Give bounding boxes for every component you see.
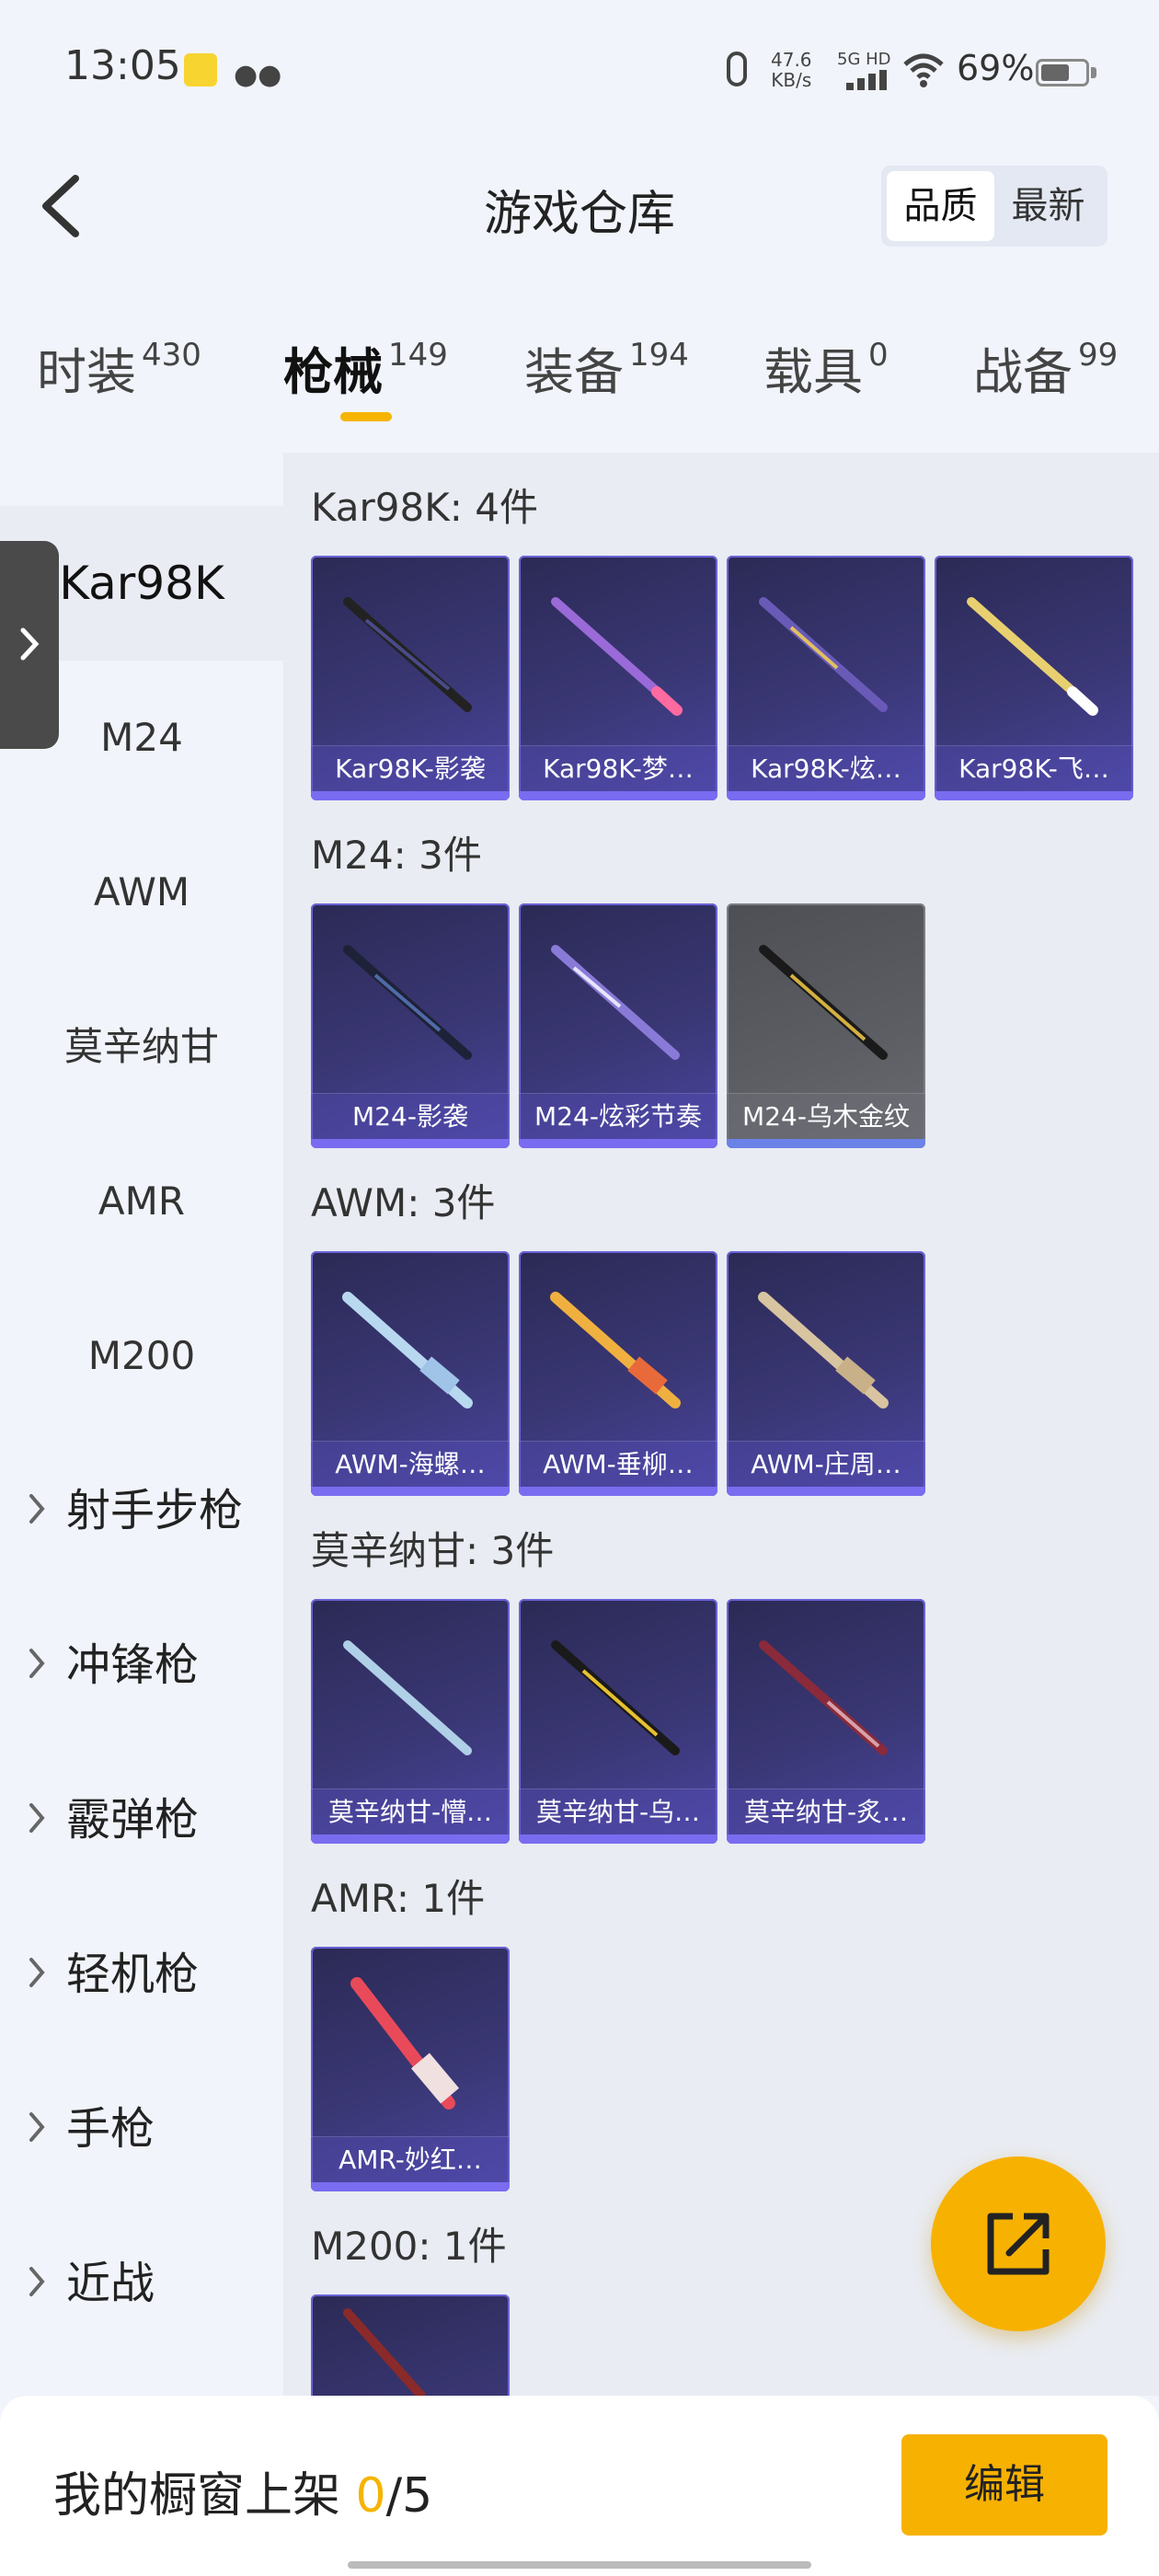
sidebar-item-mosin[interactable]: 莫辛纳甘 xyxy=(0,970,283,1124)
bottom-bar: 我的橱窗上架 0/5 编辑 xyxy=(0,2396,1159,2576)
skin-card[interactable] xyxy=(311,2294,510,2396)
rifle-skin-image xyxy=(519,556,717,745)
microphone-icon xyxy=(727,52,747,86)
edit-button[interactable]: 编辑 xyxy=(901,2434,1107,2536)
skin-card[interactable]: AWM-庄周… xyxy=(727,1251,925,1496)
section-title: 莫辛纳甘: 3件 xyxy=(311,1528,555,1573)
sort-toggle: 品质 最新 xyxy=(881,166,1107,247)
section-title: AMR: 1件 xyxy=(311,1876,486,1921)
sidebar-group-dmr[interactable]: 射手步枪 xyxy=(0,1433,283,1588)
share-button[interactable] xyxy=(931,2156,1106,2331)
tab-fashion[interactable]: 时装 430 xyxy=(37,331,201,404)
skin-card[interactable]: AMR-妙红… xyxy=(311,1947,510,2191)
battery-icon xyxy=(1036,59,1089,86)
drawer-expand-handle[interactable] xyxy=(0,541,59,749)
rifle-skin-image xyxy=(311,1251,510,1441)
active-tab-indicator xyxy=(340,412,392,421)
wifi-icon xyxy=(901,52,946,98)
network-type: 5G HD xyxy=(837,50,891,69)
chevron-right-icon xyxy=(20,627,40,661)
skin-card[interactable]: Kar98K-飞… xyxy=(935,556,1133,800)
category-tabs: 时装 430 枪械 149 装备 194 载具 0 战备 99 xyxy=(0,331,1159,442)
battery-percent: 69% xyxy=(957,48,1035,88)
sidebar-group-shotgun[interactable]: 霰弹枪 xyxy=(0,1742,283,1897)
rifle-skin-image xyxy=(519,1599,717,1788)
skin-card[interactable]: 莫辛纳甘-懵… xyxy=(311,1599,510,1844)
weapon-content: Kar98K: 4件 Kar98K-影袭 Kar98K-梦… Kar98K-炫…… xyxy=(283,453,1159,2396)
rifle-skin-image xyxy=(311,2294,510,2396)
share-icon xyxy=(987,2213,1050,2275)
chevron-right-icon xyxy=(29,1494,45,1524)
showcase-total: /5 xyxy=(385,2468,433,2524)
tab-vehicles[interactable]: 载具 0 xyxy=(763,331,889,404)
chevron-right-icon xyxy=(29,2112,45,2142)
sidebar-item-awm[interactable]: AWM xyxy=(0,815,283,970)
rifle-skin-image xyxy=(519,1251,717,1441)
section-title: AWM: 3件 xyxy=(311,1180,496,1225)
rifle-skin-image xyxy=(311,556,510,745)
rifle-skin-image xyxy=(519,903,717,1093)
sidebar-item-amr[interactable]: AMR xyxy=(0,1124,283,1279)
skin-card[interactable]: Kar98K-影袭 xyxy=(311,556,510,800)
sidebar-group-smg[interactable]: 冲锋枪 xyxy=(0,1588,283,1742)
skin-card[interactable]: M24-乌木金纹 xyxy=(727,903,925,1148)
skin-card[interactable]: Kar98K-炫… xyxy=(727,556,925,800)
skin-card[interactable]: 莫辛纳甘-乌… xyxy=(519,1599,717,1844)
rifle-skin-image xyxy=(727,903,925,1093)
skin-card[interactable]: M24-影袭 xyxy=(311,903,510,1148)
section-title: M24: 3件 xyxy=(311,833,482,878)
rifle-skin-image xyxy=(311,1947,510,2136)
chevron-right-icon xyxy=(29,1649,45,1678)
rifle-skin-image xyxy=(727,1251,925,1441)
tab-equipment[interactable]: 装备 194 xyxy=(524,331,689,404)
status-time: 13:05 xyxy=(64,42,181,89)
wechat-icon: ●● xyxy=(234,59,282,91)
section-title: Kar98K: 4件 xyxy=(311,485,539,530)
section-title: M200: 1件 xyxy=(311,2224,507,2269)
sort-option-quality[interactable]: 品质 xyxy=(887,171,994,241)
app-notification-icon xyxy=(184,53,217,86)
signal-icon xyxy=(846,70,887,90)
home-indicator[interactable] xyxy=(348,2561,811,2569)
rifle-skin-image xyxy=(311,903,510,1093)
sidebar-group-lmg[interactable]: 轻机枪 xyxy=(0,1897,283,2052)
rifle-skin-image xyxy=(311,1599,510,1788)
status-bar: 13:05 ●● 47.6 KB/s 5G HD 69% xyxy=(0,0,1159,138)
chevron-right-icon xyxy=(29,2267,45,2296)
chevron-right-icon xyxy=(29,1958,45,1987)
sidebar-item-m200[interactable]: M200 xyxy=(0,1279,283,1433)
skin-card[interactable]: AWM-垂柳… xyxy=(519,1251,717,1496)
rifle-skin-image xyxy=(727,556,925,745)
showcase-status: 我的橱窗上架 0/5 xyxy=(53,2468,433,2524)
sort-option-newest[interactable]: 最新 xyxy=(994,171,1102,241)
showcase-current-count: 0 xyxy=(355,2468,386,2524)
sidebar-group-melee[interactable]: 近战 xyxy=(0,2206,283,2361)
skin-card[interactable]: 莫辛纳甘-炙… xyxy=(727,1599,925,1844)
rifle-skin-image xyxy=(727,1599,925,1788)
chevron-right-icon xyxy=(29,1803,45,1833)
skin-card[interactable]: M24-炫彩节奏 xyxy=(519,903,717,1148)
tab-guns[interactable]: 枪械 149 xyxy=(283,331,448,404)
network-speed: 47.6 KB/s xyxy=(771,49,812,91)
tab-supplies[interactable]: 战备 99 xyxy=(973,331,1118,404)
skin-card[interactable]: Kar98K-梦… xyxy=(519,556,717,800)
sidebar-group-pistol[interactable]: 手枪 xyxy=(0,2052,283,2206)
skin-card[interactable]: AWM-海螺… xyxy=(311,1251,510,1496)
rifle-skin-image xyxy=(935,556,1133,745)
